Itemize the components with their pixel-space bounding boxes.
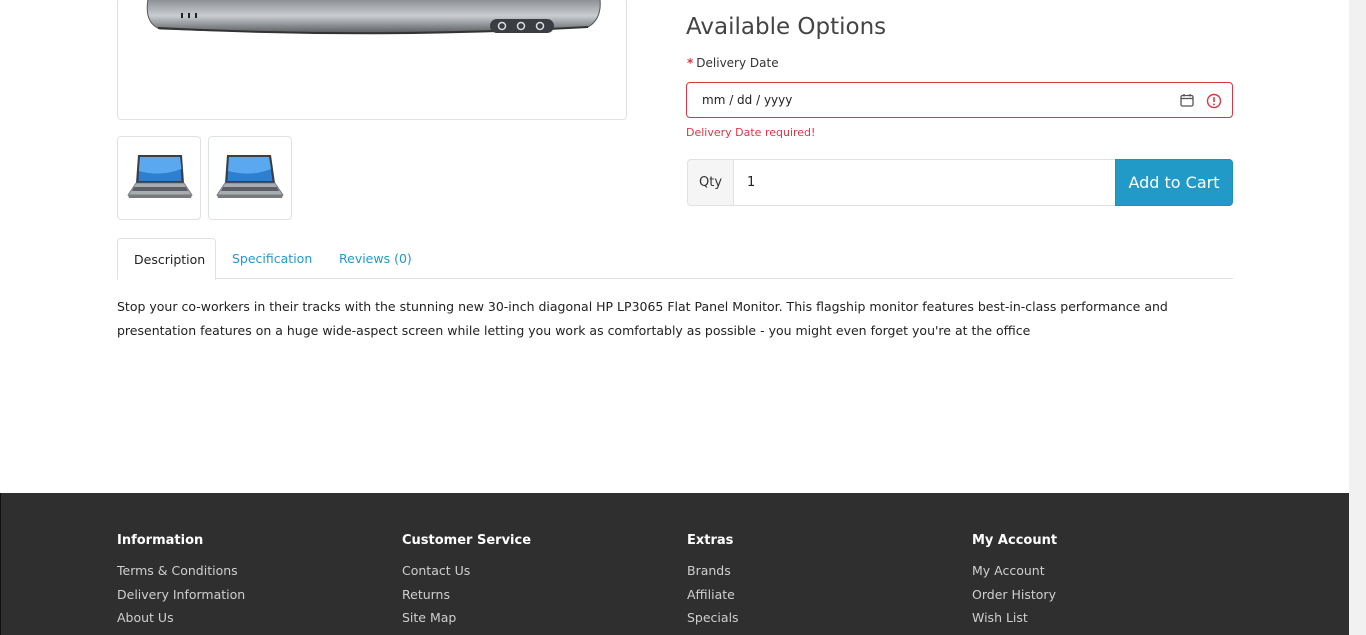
laptop-image	[146, 0, 601, 35]
required-marker: *	[687, 56, 694, 70]
footer-column-customer-service: Customer Service Contact Us Returns Site…	[402, 533, 531, 633]
footer-heading-customer-service: Customer Service	[402, 533, 532, 548]
tab-specification[interactable]: Specification	[216, 238, 328, 279]
footer-link-brands[interactable]: Brands	[687, 562, 739, 586]
laptop-thumbnail-icon	[216, 155, 284, 198]
delivery-date-label: * Delivery Date	[687, 56, 779, 70]
add-to-cart-group: Qty 1 Add to Cart	[687, 159, 1233, 206]
footer-column-my-account: My Account My Account Order History Wish…	[972, 533, 1057, 633]
footer-heading-my-account: My Account	[972, 533, 1058, 548]
footer-link-returns[interactable]: Returns	[402, 586, 531, 610]
footer-heading-extras: Extras	[687, 533, 734, 548]
available-options-title: Available Options	[686, 14, 887, 40]
footer-link-site-map[interactable]: Site Map	[402, 609, 531, 633]
page-scrollbar[interactable]	[1349, 0, 1366, 635]
tab-description[interactable]: Description	[117, 238, 216, 280]
footer-heading-information: Information	[117, 533, 204, 548]
product-main-image[interactable]	[117, 0, 627, 120]
product-tabs: Description Specification Reviews (0)	[117, 238, 1233, 280]
product-thumbnail-1[interactable]	[117, 136, 201, 220]
footer-link-terms[interactable]: Terms & Conditions	[117, 562, 245, 586]
footer-column-information: Information Terms & Conditions Delivery …	[117, 533, 245, 633]
footer-column-extras: Extras Brands Affiliate Specials	[687, 533, 739, 633]
delivery-date-placeholder: mm / dd / yyyy	[702, 93, 793, 107]
footer-link-contact-us[interactable]: Contact Us	[402, 562, 531, 586]
qty-input[interactable]: 1	[733, 159, 1115, 206]
calendar-icon[interactable]	[1180, 93, 1194, 110]
footer-link-specials[interactable]: Specials	[687, 609, 739, 633]
footer-link-delivery-information[interactable]: Delivery Information	[117, 586, 245, 610]
delivery-date-input[interactable]: mm / dd / yyyy	[686, 82, 1233, 118]
add-to-cart-button[interactable]: Add to Cart	[1115, 159, 1233, 206]
product-thumbnail-2[interactable]	[208, 136, 292, 220]
footer-link-about-us[interactable]: About Us	[117, 609, 245, 633]
product-description: Stop your co-workers in their tracks wit…	[117, 299, 1168, 338]
tab-reviews[interactable]: Reviews (0)	[323, 238, 428, 279]
delivery-date-error: Delivery Date required!	[686, 126, 816, 139]
laptop-thumbnail-icon	[127, 155, 193, 198]
site-footer: Information Terms & Conditions Delivery …	[0, 493, 1349, 635]
footer-link-wish-list[interactable]: Wish List	[972, 609, 1057, 633]
footer-link-affiliate[interactable]: Affiliate	[687, 586, 739, 610]
qty-label: Qty	[687, 159, 733, 206]
delivery-date-label-text: Delivery Date	[696, 56, 779, 70]
footer-link-order-history[interactable]: Order History	[972, 586, 1057, 610]
footer-link-my-account[interactable]: My Account	[972, 562, 1057, 586]
error-icon	[1206, 93, 1222, 112]
